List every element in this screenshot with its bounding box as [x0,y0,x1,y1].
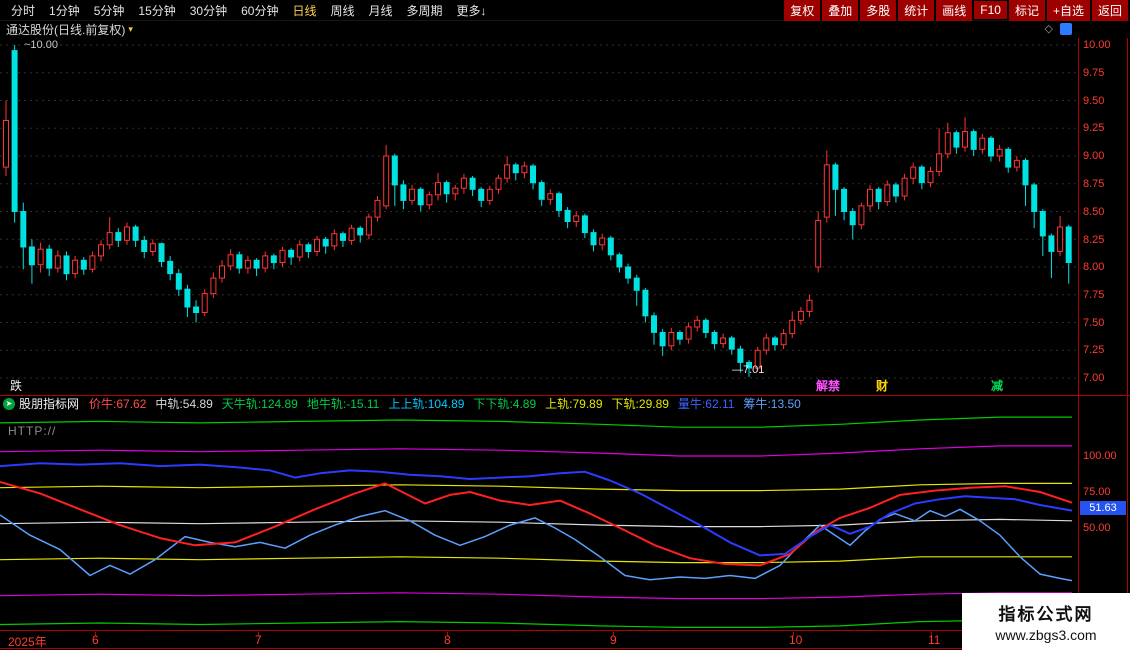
price-axis-label: 9.75 [1083,66,1104,80]
event-flag-unlock: 解禁 [816,377,840,394]
candles-canvas[interactable] [0,38,1078,394]
chart-title: 通达股份(日线.前复权) [0,21,125,38]
menu-button-statistics[interactable]: 统计 [898,0,934,21]
price-axis-label: 9.00 [1083,149,1104,163]
candlestick-chart[interactable]: ~10.00 —7.01 跌 解禁 财 减 [0,38,1078,394]
month-label: 8 [444,633,451,647]
indicator-param: 上上轨104.89 [388,397,464,411]
menu-button-back[interactable]: 返回 [1092,0,1128,21]
indicator-param: 地牛轨-15.11 [307,397,380,411]
month-label: 6 [92,633,99,647]
indicator-name[interactable]: 股朋指标网 [19,397,79,411]
indicator-canvas[interactable] [0,412,1078,630]
month-label: 10 [789,633,802,647]
indicator-param: 上轨79.89 [545,397,602,411]
menu-item-daily[interactable]: 日线 [285,1,323,20]
month-label: 7 [255,633,262,647]
price-axis-label: 8.00 [1083,260,1104,274]
axis-border [1078,38,1079,649]
menu-item-30min[interactable]: 30分钟 [183,1,234,20]
price-axis: 10.00 9.75 9.50 9.25 9.00 8.75 8.50 8.25… [1080,38,1127,394]
menu-button-adjust-rights[interactable]: 复权 [784,0,820,21]
price-axis-label: 8.50 [1083,205,1104,219]
event-flag-report: 财 [876,377,888,394]
indicator-param: 中轨54.89 [155,397,212,411]
title-dropdown-icon[interactable]: ▾ [128,24,133,35]
period-menu: 分时 1分钟 5分钟 15分钟 30分钟 60分钟 日线 周线 月线 多周期 更… [0,1,494,20]
http-watermark: HTTP:// [8,424,56,438]
menu-button-f10[interactable]: F10 [974,1,1007,19]
indicator-param: 下轨29.89 [612,397,669,411]
menu-button-add-watchlist[interactable]: +自选 [1047,0,1090,21]
pane-divider [0,648,1130,649]
price-axis-label: 9.25 [1083,121,1104,135]
price-axis-label: 9.50 [1083,94,1104,108]
high-price-marker: ~10.00 [24,39,58,51]
tdx-trading-app: 分时 1分钟 5分钟 15分钟 30分钟 60分钟 日线 周线 月线 多周期 更… [0,0,1130,650]
tool-menu: 复权 叠加 多股 统计 画线 F10 标记 +自选 返回 [782,0,1130,21]
indicator-param: 天牛轨124.89 [222,397,298,411]
price-axis-label: 8.25 [1083,233,1104,247]
menu-button-multistock[interactable]: 多股 [860,0,896,21]
menu-item-more[interactable]: 更多↓ [450,1,494,20]
menu-item-weekly[interactable]: 周线 [323,1,361,20]
menu-item-60min[interactable]: 60分钟 [234,1,285,20]
month-label: 11 [928,633,940,647]
price-axis-label: 7.75 [1083,288,1104,302]
menu-item-5min[interactable]: 5分钟 [87,1,132,20]
menu-button-overlay[interactable]: 叠加 [822,0,858,21]
indicator-param: 量牛62.11 [678,397,735,411]
menu-item-monthly[interactable]: 月线 [362,1,400,20]
price-axis-label: 8.75 [1083,177,1104,191]
watermark-url: www.zbgs3.com [995,627,1096,643]
event-flag-reduce: 减 [991,377,1003,394]
date-axis: 2025年 6 7 8 9 10 11 [0,632,1130,648]
indicator-param: 下下轨4.89 [473,397,536,411]
top-menubar: 分时 1分钟 5分钟 15分钟 30分钟 60分钟 日线 周线 月线 多周期 更… [0,0,1130,21]
menu-button-mark[interactable]: 标记 [1009,0,1045,21]
site-watermark: 指标公式网 www.zbgs3.com [962,593,1130,650]
menu-item-multiperiod[interactable]: 多周期 [400,1,450,20]
fall-flag: 跌 [10,377,22,394]
indicator-axis-label: 100.00 [1083,449,1117,463]
menu-button-drawline[interactable]: 画线 [936,0,972,21]
indicator-param: 价牛67.62 [89,397,146,411]
diamond-icon[interactable]: ◇ [1045,22,1053,35]
indicator-header: ➤ 股朋指标网 价牛67.62 中轨54.89 天牛轨124.89 地牛轨-15… [0,397,1078,411]
panel-icon[interactable] [1060,23,1072,35]
menu-item-1min[interactable]: 1分钟 [42,1,87,20]
current-value-badge: 51.63 [1080,501,1126,515]
price-axis-label: 7.50 [1083,316,1104,330]
menu-item-timeshare[interactable]: 分时 [4,1,42,20]
price-axis-label: 7.25 [1083,343,1104,357]
indicator-axis-label: 50.00 [1083,521,1111,535]
pane-divider [0,630,1130,631]
indicator-param: 筹牛13.50 [743,397,800,411]
price-axis-label: 7.00 [1083,371,1104,385]
axis-border [1127,38,1128,649]
watermark-title: 指标公式网 [999,600,1094,625]
indicator-chart[interactable]: HTTP:// [0,412,1078,630]
low-price-marker: —7.01 [732,364,764,376]
indicator-logo-icon: ➤ [3,398,15,410]
indicator-axis-label: 75.00 [1083,485,1111,499]
month-label: 9 [610,633,617,647]
pane-divider [0,395,1130,396]
price-axis-label: 10.00 [1083,38,1111,52]
menu-item-15min[interactable]: 15分钟 [131,1,182,20]
title-icons: ◇ [1045,22,1072,35]
title-bar: 通达股份(日线.前复权) ▾ ◇ [0,21,1130,37]
